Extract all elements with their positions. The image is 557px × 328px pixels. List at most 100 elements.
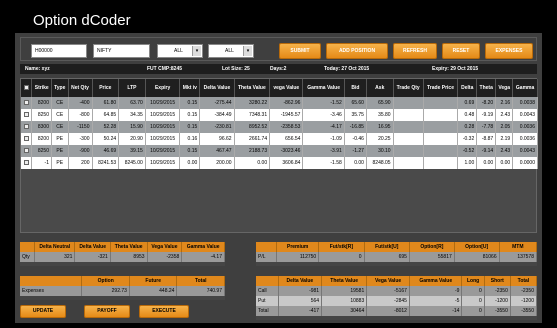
column-header: Delta <box>457 79 478 97</box>
table-cell[interactable] <box>393 97 424 109</box>
table-cell: 0.0038 <box>512 97 538 109</box>
row-checkbox-cell[interactable] <box>21 145 33 157</box>
row-checkbox-cell[interactable] <box>21 109 33 121</box>
table-cell: -862.96 <box>269 97 304 109</box>
table-row[interactable]: 8200 PE -300 50.24 20.90 10/29/2015 0.16 96.62 2… <box>21 133 538 145</box>
table-cell: -3023.46 <box>269 145 304 157</box>
table-cell: -1150 <box>68 121 93 133</box>
row-checkbox-cell[interactable] <box>21 133 33 145</box>
table-cell: -2358 <box>147 252 183 262</box>
expenses-button[interactable]: EXPENSES <box>485 43 533 59</box>
refresh-button[interactable]: REFRESH <box>393 43 437 59</box>
table-cell: 7348.31 <box>234 109 271 121</box>
row-checkbox-cell[interactable] <box>21 121 33 133</box>
symbol-input[interactable]: NIFTY <box>93 44 150 58</box>
reset-button[interactable]: RESET <box>442 43 480 59</box>
column-header: Gamma Value <box>409 276 463 286</box>
table-cell[interactable] <box>393 109 424 121</box>
chevron-down-icon: ▾ <box>192 46 201 56</box>
payoff-button[interactable]: PAYOFF <box>84 305 130 318</box>
submit-button[interactable]: SUBMIT <box>279 43 321 59</box>
table-cell: -3.46 <box>302 109 345 121</box>
select-all-checkbox[interactable] <box>23 85 29 91</box>
table-cell: -3.91 <box>302 145 345 157</box>
table-cell[interactable] <box>423 121 459 133</box>
table-cell: -300 <box>68 133 93 145</box>
row-checkbox-cell[interactable] <box>21 157 33 169</box>
table-cell[interactable] <box>423 109 459 121</box>
column-header: Gamma <box>512 79 538 97</box>
row-checkbox[interactable] <box>23 124 29 130</box>
table-row: Call -981 19581 -5167 -9 0 -2350 -2350 <box>256 286 538 296</box>
filter-select-1[interactable]: ALL ▾ <box>157 44 203 58</box>
table-cell: 63.70 <box>118 97 146 109</box>
table-cell[interactable] <box>423 157 459 169</box>
table-cell: -8012 <box>366 306 410 316</box>
table-row[interactable]: -1 PE 200 8241.53 8245.00 10/29/2015 0.00 200.0… <box>21 157 538 169</box>
column-header: Option <box>81 276 130 286</box>
table-cell[interactable] <box>393 157 424 169</box>
execute-button[interactable]: EXECUTE <box>139 305 189 318</box>
table-cell: 34.35 <box>118 109 146 121</box>
column-header: Future <box>129 276 178 286</box>
column-header: Vega Value <box>366 276 410 286</box>
table-cell: 0.15 <box>179 145 201 157</box>
table-cell: -1200 <box>484 296 511 306</box>
row-checkbox-cell[interactable] <box>21 97 33 109</box>
column-header: vega Value <box>269 79 304 97</box>
info-bar: Name: xyz FUT CMP:8245 Lot Size: 25 Days… <box>20 64 537 74</box>
column-header: Ask <box>366 79 394 97</box>
add-position-button[interactable]: ADD POSITION <box>326 43 388 59</box>
table-row[interactable]: 8250 PE -900 46.69 39.15 10/29/2015 0.15 467.47… <box>21 145 538 157</box>
row-label: Qty <box>20 252 36 262</box>
pnl-box: Premium Fut/stk[R] Fut/stk[U] Option[R] Opti… <box>256 242 538 266</box>
column-header: Fut/stk[R] <box>318 242 365 252</box>
table-cell: 8952.52 <box>234 121 271 133</box>
row-checkbox[interactable] <box>23 136 29 142</box>
table-cell: -5 <box>409 296 463 306</box>
positions-table: Strike Type Net Qty Price LTP Expiry Mkt iv Del… <box>21 79 538 169</box>
table-cell: 0.15 <box>179 121 201 133</box>
table-row[interactable]: 8250 CE -800 64.85 34.35 10/29/2015 0.15 -384.4… <box>21 109 538 121</box>
info-name: Name: xyz <box>25 66 50 72</box>
table-cell[interactable] <box>393 145 424 157</box>
table-cell: 96.62 <box>199 133 235 145</box>
account-input[interactable]: H00000 <box>31 44 87 58</box>
table-cell: -4.17 <box>181 252 225 262</box>
filter-select-2[interactable]: ALL ▾ <box>208 44 254 58</box>
row-label: P/L <box>256 252 278 262</box>
table-cell: 321 <box>34 252 76 262</box>
row-checkbox[interactable] <box>23 160 29 166</box>
table-cell: -16.85 <box>344 121 367 133</box>
column-header: Total <box>510 276 538 286</box>
column-header: Fut/stk[U] <box>364 242 410 252</box>
table-cell[interactable] <box>423 97 459 109</box>
table-cell: 20.25 <box>366 133 394 145</box>
table-cell: 0.0036 <box>512 121 538 133</box>
table-cell: -0.46 <box>344 133 367 145</box>
table-cell[interactable] <box>393 133 424 145</box>
table-cell: CE <box>51 97 69 109</box>
row-checkbox[interactable] <box>23 148 29 154</box>
table-cell[interactable] <box>423 145 459 157</box>
table-cell[interactable] <box>423 133 459 145</box>
table-cell: -417 <box>278 306 323 316</box>
table-cell: -9.14 <box>476 145 497 157</box>
select-all-header[interactable] <box>21 79 33 97</box>
table-cell: -1.27 <box>344 145 367 157</box>
column-header: Premium <box>276 242 320 252</box>
table-cell: CE <box>51 121 69 133</box>
table-cell: 2.43 <box>495 145 514 157</box>
column-header: Mkt iv <box>179 79 201 97</box>
row-checkbox[interactable] <box>23 100 29 106</box>
table-cell: 10/29/2015 <box>145 157 181 169</box>
table-cell[interactable] <box>393 121 424 133</box>
table-row[interactable]: 8300 CE -1150 52.28 15.90 10/29/2015 0.15 -230.… <box>21 121 538 133</box>
column-header: Short <box>484 276 511 286</box>
row-checkbox[interactable] <box>23 112 29 118</box>
update-button[interactable]: UPDATE <box>20 305 66 318</box>
column-header: Type <box>51 79 69 97</box>
table-cell: 0.00 <box>344 157 367 169</box>
table-row[interactable]: 8200 CE -400 61.80 63.70 10/29/2015 0.15 -275.4… <box>21 97 538 109</box>
table-cell: 10883 <box>321 296 368 306</box>
